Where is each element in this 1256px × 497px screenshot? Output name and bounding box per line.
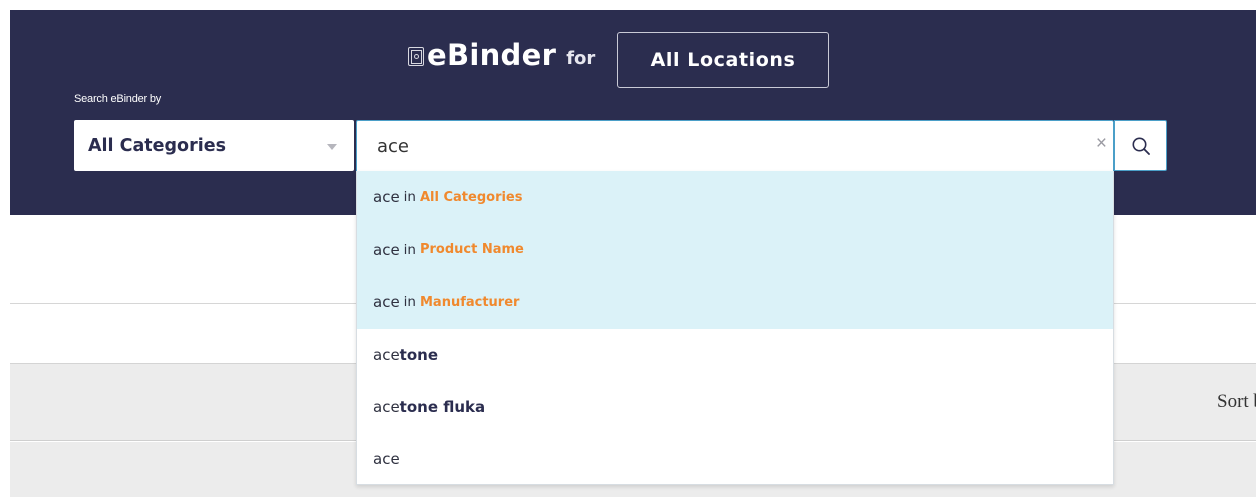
suggestion-item[interactable]: ace tone: [357, 329, 1113, 381]
brand-name: eBinder: [427, 38, 557, 72]
suggestion-prefix: ace: [373, 397, 400, 416]
suggestion-category: Manufacturer: [419, 294, 520, 310]
suggestion-connector: in: [403, 189, 416, 206]
binder-icon: [408, 46, 424, 66]
sort-label[interactable]: Sort b: [1217, 391, 1256, 413]
brand-for-label: for: [566, 47, 596, 69]
suggestion-completion: tone: [399, 345, 438, 364]
search-input[interactable]: [357, 121, 1087, 171]
suggestion-item[interactable]: ace: [357, 433, 1113, 485]
suggestion-query: ace: [373, 293, 400, 312]
suggestion-connector: in: [403, 241, 416, 258]
search-button[interactable]: [1114, 120, 1167, 171]
suggestion-prefix: ace: [373, 449, 400, 468]
suggestions-dropdown: ace in All Categories ace in Product Nam…: [356, 171, 1114, 485]
category-select-value: All Categories: [88, 135, 226, 156]
suggestion-completion: tone fluka: [399, 397, 486, 416]
suggestion-category-item[interactable]: ace in All Categories: [357, 171, 1113, 224]
category-select[interactable]: All Categories: [74, 120, 354, 171]
suggestion-category: All Categories: [419, 189, 523, 205]
page: eBinder for All Locations Search eBinder…: [0, 0, 1256, 497]
suggestion-category-item[interactable]: ace in Manufacturer: [357, 276, 1113, 329]
search-label: Search eBinder by: [74, 93, 162, 105]
close-icon[interactable]: ×: [1096, 134, 1107, 153]
suggestion-query: ace: [373, 240, 400, 259]
chevron-down-icon: [327, 144, 337, 150]
suggestion-item[interactable]: ace tone fluka: [357, 381, 1113, 433]
suggestion-prefix: ace: [373, 345, 400, 364]
suggestion-category: Product Name: [419, 242, 524, 258]
search-icon: [1132, 137, 1150, 155]
suggestion-connector: in: [403, 294, 416, 311]
search-box: ×: [356, 120, 1114, 171]
location-button[interactable]: All Locations: [617, 32, 829, 88]
suggestion-category-item[interactable]: ace in Product Name: [357, 223, 1113, 276]
suggestion-query: ace: [373, 188, 400, 207]
brand-logo[interactable]: eBinder for: [408, 22, 595, 88]
